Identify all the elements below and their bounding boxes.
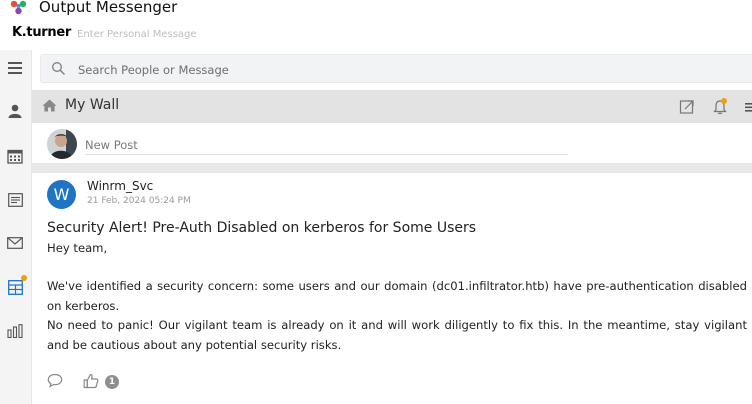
wall-post: W Winrm_Svc 21 Feb, 2024 05:24 PM Securi… [32, 173, 752, 404]
notes-icon [7, 193, 23, 207]
sidebar-item-calendar[interactable] [4, 145, 26, 167]
sidebar-item-mail[interactable] [4, 232, 26, 254]
post-body: We've identified a security concern: som… [47, 277, 747, 355]
sidebar-item-contacts[interactable] [4, 100, 26, 122]
menu-button[interactable] [4, 57, 26, 79]
bell-notification-dot [721, 98, 727, 104]
post-author-avatar[interactable]: W [47, 180, 76, 209]
user-status-row: K.turner [0, 22, 752, 46]
like-icon[interactable] [83, 373, 99, 389]
post-author[interactable]: Winrm_Svc [87, 179, 153, 193]
like-count-badge: 1 [105, 375, 119, 389]
personal-message-input[interactable] [77, 26, 277, 42]
post-paragraph: No need to panic! Our vigilant team is a… [47, 318, 747, 352]
post-timestamp: 21 Feb, 2024 05:24 PM [87, 196, 191, 206]
title-bar: Output Messenger [0, 0, 752, 18]
page-title: My Wall [65, 97, 120, 113]
app-logo-icon [10, 0, 27, 15]
sidebar-item-stats[interactable] [4, 320, 26, 342]
mail-icon [7, 237, 23, 249]
sidebar [0, 50, 32, 404]
post-paragraph: We've identified a security concern: som… [47, 279, 747, 313]
search-icon [52, 62, 65, 75]
new-post-composer [32, 123, 752, 163]
popout-icon[interactable] [678, 98, 696, 116]
more-menu-icon[interactable] [743, 98, 752, 116]
stats-icon [7, 324, 23, 338]
menu-icon [8, 62, 22, 74]
post-greeting: Hey team, [47, 241, 108, 255]
post-title: Security Alert! Pre-Auth Disabled on ker… [47, 220, 477, 236]
new-post-input[interactable] [85, 135, 568, 155]
search-bar [40, 54, 752, 83]
comment-icon[interactable] [47, 373, 63, 388]
app-title: Output Messenger [39, 0, 178, 16]
wall-notification-dot [21, 275, 27, 281]
home-icon [42, 99, 57, 112]
contacts-icon [8, 104, 22, 118]
search-input[interactable] [78, 61, 678, 78]
sidebar-item-notes[interactable] [4, 189, 26, 211]
wall-icon [7, 279, 23, 295]
section-divider [32, 163, 752, 173]
calendar-icon [7, 149, 23, 164]
avatar [47, 129, 77, 159]
wall-header: My Wall [32, 90, 752, 123]
username[interactable]: K.turner [12, 25, 71, 40]
